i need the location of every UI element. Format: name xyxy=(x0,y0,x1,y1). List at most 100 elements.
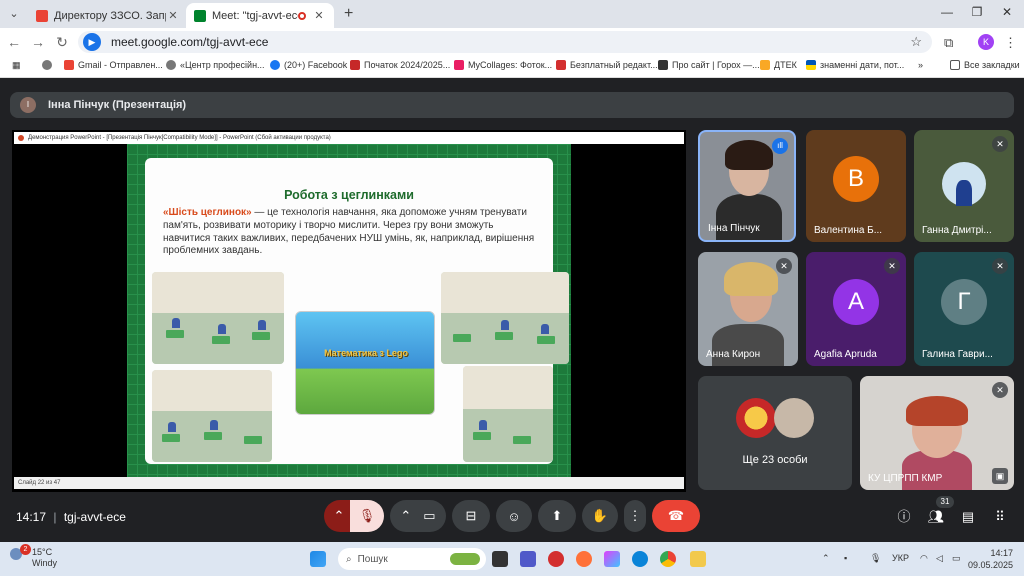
person-hair xyxy=(906,396,968,426)
bookmark-label: знаменні дати, пот... xyxy=(820,60,905,70)
more-bookmarks-chevron-icon[interactable]: » xyxy=(918,60,923,70)
restore-window-icon[interactable]: ❐ xyxy=(968,5,986,19)
captions-button[interactable]: ⊟ xyxy=(452,500,490,532)
tab-search-chevron-icon[interactable]: ⌄ xyxy=(4,4,24,24)
people-icon[interactable]: 👥︎ xyxy=(927,508,945,526)
back-arrow-icon[interactable]: ← xyxy=(6,34,22,50)
shared-screen[interactable]: Демонстрация PowerPoint - [Презентація П… xyxy=(12,130,686,492)
pip-icon[interactable]: ▣ xyxy=(992,468,1008,484)
wifi-icon[interactable]: ◠ xyxy=(920,553,928,564)
edge-icon[interactable] xyxy=(632,551,648,567)
forward-arrow-icon[interactable]: → xyxy=(30,34,46,50)
task-view-icon[interactable] xyxy=(492,551,508,567)
hand-icon: ✋ xyxy=(591,508,609,523)
bookmark-label: (20+) Facebook xyxy=(284,60,348,70)
reactions-button[interactable]: ☺ xyxy=(496,500,532,532)
windows-start-icon[interactable] xyxy=(310,551,326,567)
chat-icon[interactable]: ▤ xyxy=(959,508,977,526)
teams-icon[interactable] xyxy=(520,551,536,567)
close-tab-icon[interactable]: ✕ xyxy=(166,9,180,22)
photo-desk xyxy=(453,334,471,342)
slide-card: Робота з цеглинками «Шість цеглинок» — ц… xyxy=(145,158,569,464)
tab-active[interactable]: Meet: "tgj-avvt-ece" ✕ xyxy=(186,3,334,28)
photo-desk xyxy=(513,436,531,444)
participant-tile[interactable]: ✕ КУ ЦПРПП КМР ▣ xyxy=(860,376,1014,490)
photo-child xyxy=(210,420,218,430)
photo-desk xyxy=(162,434,180,442)
participant-tile[interactable]: ✕ Анна Кирон xyxy=(698,252,798,366)
system-clock[interactable]: 14:17 09.05.2025 xyxy=(968,547,1013,571)
meet-stage: І Інна Пінчук (Презентація) Демонстрация… xyxy=(0,78,1024,542)
participant-tile[interactable]: A ✕ Agafia Apruda xyxy=(806,252,906,366)
meeting-code: tgj-avvt-ece xyxy=(63,510,126,524)
battery-icon[interactable]: ▭ xyxy=(952,553,961,564)
photo-desk xyxy=(212,336,230,344)
meeting-details-info-icon[interactable]: ⓘ xyxy=(895,508,913,526)
new-tab-plus-icon[interactable]: + xyxy=(344,5,353,23)
participant-tile[interactable]: В Валентина Б... xyxy=(806,130,906,242)
close-window-icon[interactable]: ✕ xyxy=(998,5,1016,19)
address-bar[interactable]: ▶ meet.google.com/tgj-avvt-ece ☆ xyxy=(78,31,932,53)
ukraine-flag-icon xyxy=(806,60,816,70)
presenter-label: Інна Пінчук (Презентація) xyxy=(48,99,187,111)
leave-call-button[interactable]: ☎ xyxy=(652,500,700,532)
person-hair xyxy=(725,140,773,170)
present-screen-button[interactable]: ⬆ xyxy=(538,500,576,532)
chrome-icon[interactable] xyxy=(660,551,676,567)
site-icon xyxy=(350,60,360,70)
bookmark-item[interactable]: (20+) Facebook xyxy=(270,60,347,70)
raise-hand-button[interactable]: ✋ xyxy=(582,500,618,532)
photo-child xyxy=(501,320,509,330)
temperature: 15°C xyxy=(32,547,53,557)
volume-icon[interactable]: ◁ xyxy=(936,553,943,564)
participant-tile[interactable]: Г ✕ Галина Гаври... xyxy=(914,252,1014,366)
microphone-tray-icon[interactable]: 🎙︎ xyxy=(870,553,881,564)
minimize-window-icon[interactable]: — xyxy=(938,5,956,19)
person-body xyxy=(956,180,972,206)
bookmark-item[interactable]: MyCollages: Фоток... xyxy=(454,60,552,70)
bookmark-item[interactable]: «Центр професійн... xyxy=(166,60,265,70)
file-explorer-icon[interactable] xyxy=(690,551,706,567)
site-info-icon[interactable]: ▶ xyxy=(83,33,101,51)
participant-name: Валентина Б... xyxy=(814,225,883,236)
dtek-icon xyxy=(760,60,770,70)
bookmark-item[interactable]: Gmail - Отправлен... xyxy=(64,60,163,70)
extensions-puzzle-icon[interactable]: ⧉ xyxy=(944,35,953,51)
profile-avatar[interactable]: K xyxy=(978,34,994,50)
close-tab-icon[interactable]: ✕ xyxy=(312,9,326,22)
bookmark-item[interactable]: Про сайт | Горох —... xyxy=(658,60,760,70)
copilot-icon[interactable] xyxy=(604,551,620,567)
bookmark-star-icon[interactable]: ☆ xyxy=(910,34,922,50)
bookmark-item[interactable]: знаменні дати, пот... xyxy=(806,60,904,70)
apps-grid-icon[interactable]: ▦ xyxy=(12,60,21,71)
language-indicator[interactable]: УКР xyxy=(892,553,909,563)
participant-tile[interactable]: ✕ Ганна Дмитрі... xyxy=(914,130,1014,242)
tray-overflow-chevron-icon[interactable]: ⌃ xyxy=(822,553,830,564)
powerpoint-title-bar: Демонстрация PowerPoint - [Презентація П… xyxy=(14,132,684,144)
bookmark-item[interactable] xyxy=(42,60,56,70)
reload-icon[interactable]: ↻ xyxy=(54,34,70,51)
camera-toggle-button[interactable]: ⌃ ▭ xyxy=(390,500,446,532)
url-text[interactable]: meet.google.com/tgj-avvt-ece xyxy=(111,35,268,49)
opera-icon[interactable] xyxy=(548,551,564,567)
more-options-button[interactable]: ⋮ xyxy=(624,500,646,532)
taskbar-search-box[interactable]: ⌕ Пошук xyxy=(338,548,486,570)
all-bookmarks-folder[interactable]: Все закладки xyxy=(950,60,1020,70)
kebab-icon: ⋮ xyxy=(628,508,642,523)
participant-tile[interactable]: ıll Інна Пінчук xyxy=(698,130,796,242)
activities-grid-icon[interactable]: ⠿ xyxy=(991,508,1009,526)
participant-name: Інна Пінчук xyxy=(708,223,760,234)
mic-toggle-button[interactable]: 🎙︎ xyxy=(350,500,384,532)
more-participants-tile[interactable]: Ще 23 особи xyxy=(698,376,852,490)
video-options-chevron-icon[interactable]: ⌃ xyxy=(400,508,411,524)
tab-inactive[interactable]: Директору ЗЗСО. Запрошення ✕ xyxy=(28,3,188,28)
participant-name: Ганна Дмитрі... xyxy=(922,225,992,236)
firefox-icon[interactable] xyxy=(576,551,592,567)
weather-widget[interactable]: 2 15°C Windy xyxy=(10,544,57,569)
bookmark-item[interactable]: ДТЕК xyxy=(760,60,797,70)
gmail-icon xyxy=(64,60,74,70)
bookmark-item[interactable]: Початок 2024/2025... xyxy=(350,60,450,70)
bookmark-item[interactable]: Безплатный редакт... xyxy=(556,60,658,70)
browser-menu-kebab-icon[interactable]: ⋮ xyxy=(1004,35,1017,51)
tray-app-icon[interactable]: ▪ xyxy=(844,553,847,563)
